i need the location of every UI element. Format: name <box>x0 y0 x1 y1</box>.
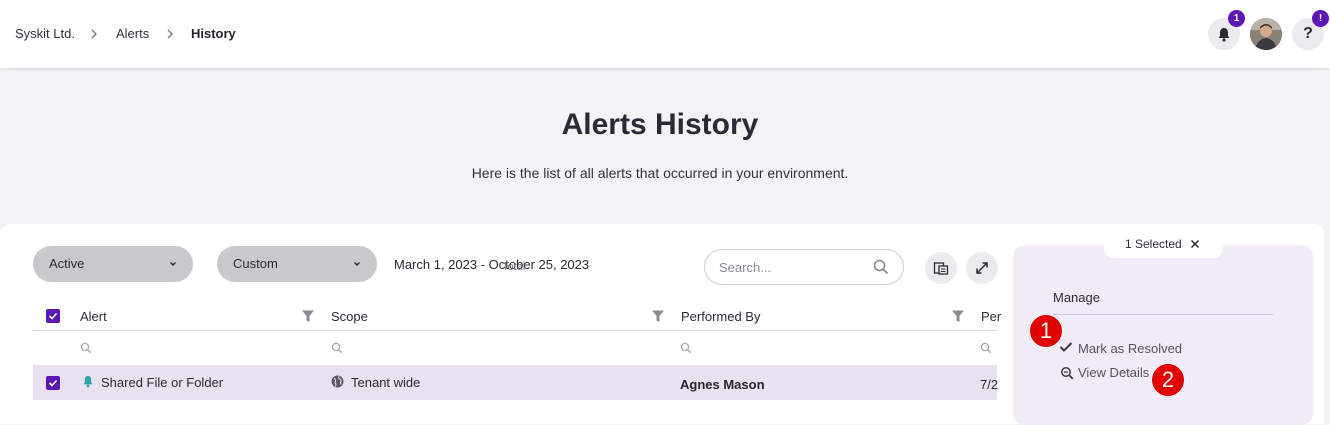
export-button[interactable] <box>925 252 957 284</box>
column-header-performed-on[interactable]: Per <box>981 309 1001 325</box>
question-mark-icon: ? <box>1303 25 1313 42</box>
cell-performed-on: 7/2 <box>980 377 999 392</box>
total-label: Total <box>502 261 526 273</box>
expand-icon <box>974 260 990 276</box>
search-box[interactable] <box>704 249 904 285</box>
breadcrumb-current: History <box>191 26 236 41</box>
filter-icon[interactable] <box>301 309 315 323</box>
search-icon[interactable] <box>873 259 889 275</box>
manage-divider <box>1053 314 1273 315</box>
chevron-down-icon <box>353 260 361 268</box>
column-search-icon[interactable] <box>680 342 692 354</box>
bell-icon <box>1217 27 1231 42</box>
cell-performed-by[interactable]: Agnes Mason <box>680 377 765 393</box>
select-all-checkbox[interactable] <box>46 309 60 323</box>
step-marker-2: 2 <box>1151 363 1185 397</box>
date-range: March 1, 2023 - October 25, 2023 <box>394 257 590 272</box>
column-search-icon[interactable] <box>980 342 992 354</box>
chevron-right-icon <box>89 27 99 41</box>
chevron-right-icon <box>165 27 175 41</box>
chevron-down-icon <box>169 260 177 268</box>
period-dropdown[interactable]: Custom <box>217 246 377 282</box>
export-icon <box>933 260 949 276</box>
manage-title: Manage <box>1053 290 1100 305</box>
column-header-performed-by[interactable]: Performed By <box>681 309 760 325</box>
column-search-icon[interactable] <box>331 342 343 354</box>
column-search-icon[interactable] <box>80 342 92 354</box>
checkmark-icon[interactable] <box>1059 341 1073 353</box>
close-icon[interactable] <box>1190 239 1200 249</box>
view-details-button[interactable]: View Details <box>1078 365 1149 381</box>
period-dropdown-label: Custom <box>233 256 278 271</box>
page-title: Alerts History <box>561 108 759 141</box>
column-header-scope[interactable]: Scope <box>331 309 368 325</box>
step-marker-1: 1 <box>1029 314 1063 348</box>
notifications-count-badge: 1 <box>1228 10 1245 27</box>
help-alert-badge: ! <box>1312 10 1329 27</box>
avatar[interactable] <box>1250 18 1282 50</box>
alert-bell-icon <box>82 375 94 388</box>
globe-icon <box>331 375 344 388</box>
row-checkbox[interactable] <box>46 376 60 390</box>
status-dropdown-label: Active <box>49 256 85 271</box>
selected-count: 1 Selected <box>1125 237 1182 251</box>
view-details-icon[interactable] <box>1060 366 1074 380</box>
breadcrumb-item-syskit[interactable]: Syskit Ltd. <box>15 26 75 42</box>
table-header-divider <box>33 330 997 331</box>
expand-button[interactable] <box>966 252 998 284</box>
page-subtitle: Here is the list of all alerts that occu… <box>471 165 849 181</box>
mark-as-resolved-button[interactable]: Mark as Resolved <box>1078 341 1182 357</box>
status-dropdown[interactable]: Active <box>33 246 193 282</box>
breadcrumb-item-alerts[interactable]: Alerts <box>116 26 149 42</box>
cell-scope: Tenant wide <box>351 375 421 390</box>
column-header-alert[interactable]: Alert <box>80 309 107 325</box>
filter-icon[interactable] <box>951 309 965 323</box>
search-input[interactable] <box>719 258 859 276</box>
cell-alert[interactable]: Shared File or Folder <box>101 375 223 391</box>
filter-icon[interactable] <box>651 309 665 323</box>
